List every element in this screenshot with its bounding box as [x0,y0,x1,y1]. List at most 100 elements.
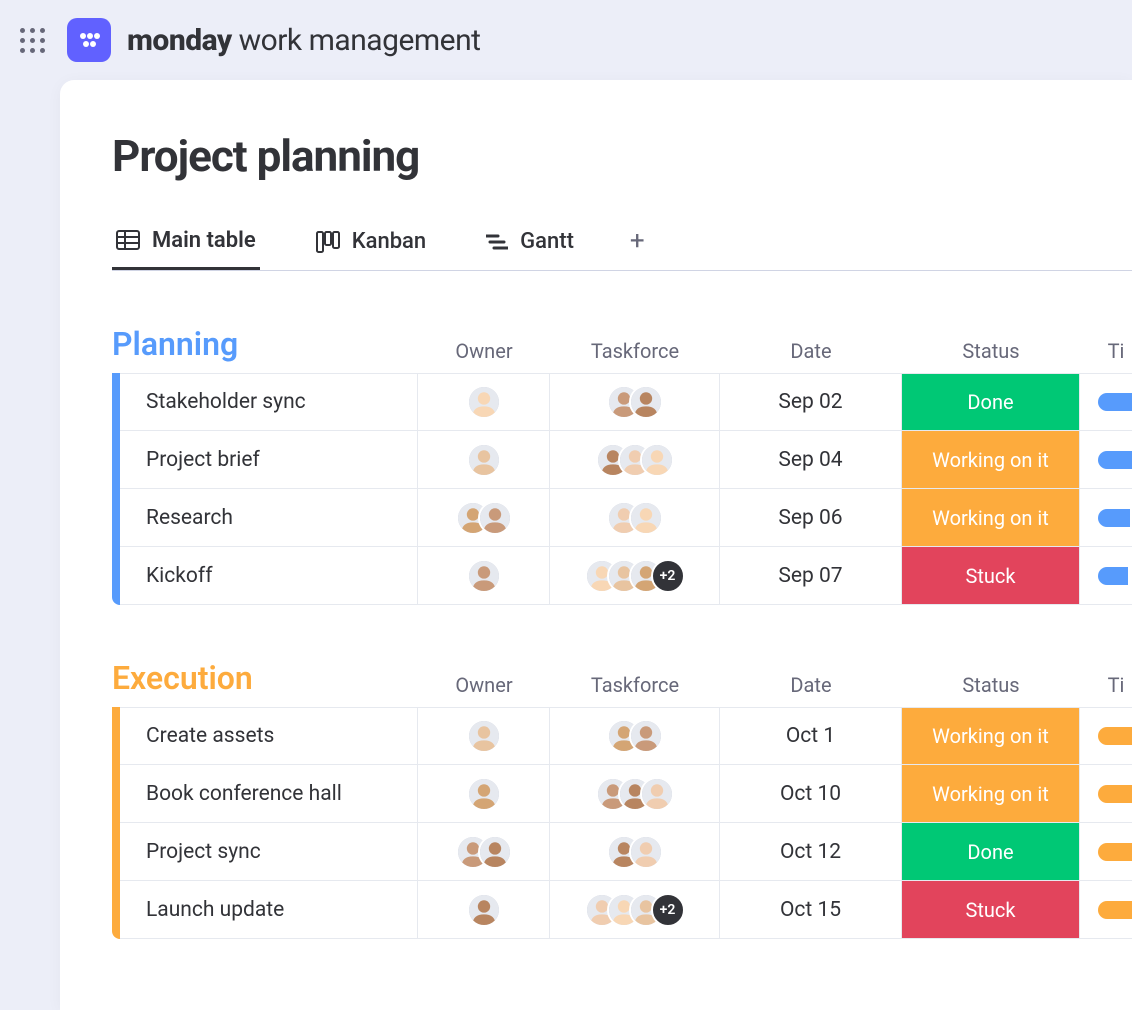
taskforce-cell[interactable]: +2 [550,547,720,604]
timeline-cell[interactable] [1080,881,1132,938]
avatar [467,893,501,927]
avatar [629,719,663,753]
item-name-cell[interactable]: Create assets [120,708,418,764]
date-cell[interactable]: Sep 06 [720,489,902,546]
timeline-cell[interactable] [1080,374,1132,430]
item-name-cell[interactable]: Project brief [120,431,418,488]
col-status[interactable]: Status [902,339,1080,363]
avatar [640,443,674,477]
date-cell[interactable]: Sep 07 [720,547,902,604]
avatar-stack[interactable] [456,501,512,535]
item-name-cell[interactable]: Kickoff [120,547,418,604]
add-view-button[interactable]: + [630,226,645,270]
col-owner[interactable]: Owner [418,673,550,697]
status-cell[interactable]: Stuck [902,547,1080,604]
owner-cell[interactable] [418,765,550,822]
table-row[interactable]: Stakeholder sync Sep 02Done [120,373,1132,431]
table-row[interactable]: Project sync Oct 12Done [120,823,1132,881]
status-cell[interactable]: Working on it [902,431,1080,488]
col-owner[interactable]: Owner [418,339,550,363]
item-name-cell[interactable]: Book conference hall [120,765,418,822]
timeline-cell[interactable] [1080,765,1132,822]
owner-cell[interactable] [418,431,550,488]
apps-menu-icon[interactable] [14,22,51,59]
taskforce-cell[interactable] [550,489,720,546]
taskforce-cell[interactable]: +2 [550,881,720,938]
taskforce-cell[interactable] [550,765,720,822]
avatar-more-badge: +2 [651,893,685,927]
avatar-stack[interactable] [607,835,663,869]
col-taskforce[interactable]: Taskforce [550,339,720,363]
item-name-cell[interactable]: Research [120,489,418,546]
avatar-stack[interactable] [456,835,512,869]
timeline-cell[interactable] [1080,823,1132,880]
avatar-stack[interactable] [596,777,674,811]
avatar-stack[interactable]: +2 [585,893,685,927]
tab-gantt[interactable]: Gantt [482,229,578,268]
status-cell[interactable]: Working on it [902,765,1080,822]
avatar-stack[interactable]: +2 [585,559,685,593]
gantt-icon [486,233,508,251]
avatar-stack[interactable] [596,443,674,477]
timeline-cell[interactable] [1080,431,1132,488]
item-name-cell[interactable]: Project sync [120,823,418,880]
date-cell[interactable]: Sep 02 [720,374,902,430]
group-title[interactable]: Planning [112,325,418,363]
status-cell[interactable]: Working on it [902,708,1080,764]
col-timeline[interactable]: Ti [1080,339,1132,363]
timeline-cell[interactable] [1080,547,1132,604]
avatar-stack[interactable] [467,893,501,927]
product-logo[interactable] [67,18,111,62]
group-planning: PlanningOwnerTaskforceDateStatusTi Stakeh… [112,325,1132,605]
owner-cell[interactable] [418,489,550,546]
avatar-stack[interactable] [467,385,501,419]
status-cell[interactable]: Done [902,823,1080,880]
date-cell[interactable]: Oct 12 [720,823,902,880]
topbar: monday work management [0,0,1132,80]
avatar-stack[interactable] [467,559,501,593]
owner-cell[interactable] [418,547,550,604]
item-name-cell[interactable]: Stakeholder sync [120,374,418,430]
date-cell[interactable]: Oct 15 [720,881,902,938]
avatar-stack[interactable] [467,777,501,811]
table-row[interactable]: Book conference hall Oct 10Working on it [120,765,1132,823]
taskforce-cell[interactable] [550,823,720,880]
date-cell[interactable]: Oct 10 [720,765,902,822]
tab-kanban[interactable]: Kanban [312,229,430,268]
taskforce-cell[interactable] [550,431,720,488]
col-date[interactable]: Date [720,673,902,697]
table-row[interactable]: Project brief Sep 04Working on it [120,431,1132,489]
group-title[interactable]: Execution [112,659,418,697]
col-date[interactable]: Date [720,339,902,363]
taskforce-cell[interactable] [550,708,720,764]
col-status[interactable]: Status [902,673,1080,697]
avatar-stack[interactable] [607,719,663,753]
timeline-cell[interactable] [1080,489,1132,546]
col-taskforce[interactable]: Taskforce [550,673,720,697]
item-name-cell[interactable]: Launch update [120,881,418,938]
status-cell[interactable]: Stuck [902,881,1080,938]
table-row[interactable]: Kickoff +2 Sep 07Stuck [120,547,1132,605]
owner-cell[interactable] [418,881,550,938]
avatar-stack[interactable] [467,719,501,753]
date-cell[interactable]: Sep 04 [720,431,902,488]
col-timeline[interactable]: Ti [1080,673,1132,697]
avatar-stack[interactable] [607,501,663,535]
avatar [629,835,663,869]
owner-cell[interactable] [418,708,550,764]
avatar [478,501,512,535]
timeline-cell[interactable] [1080,708,1132,764]
tab-main-table[interactable]: Main table [112,228,260,270]
avatar-stack[interactable] [467,443,501,477]
table-row[interactable]: Research Sep 06Working on it [120,489,1132,547]
table-row[interactable]: Launch update +2 Oct 15Stuck [120,881,1132,939]
table-row[interactable]: Create assets Oct 1Working on it [120,707,1132,765]
status-cell[interactable]: Working on it [902,489,1080,546]
owner-cell[interactable] [418,374,550,430]
avatar [478,835,512,869]
avatar-stack[interactable] [607,385,663,419]
date-cell[interactable]: Oct 1 [720,708,902,764]
taskforce-cell[interactable] [550,374,720,430]
owner-cell[interactable] [418,823,550,880]
status-cell[interactable]: Done [902,374,1080,430]
